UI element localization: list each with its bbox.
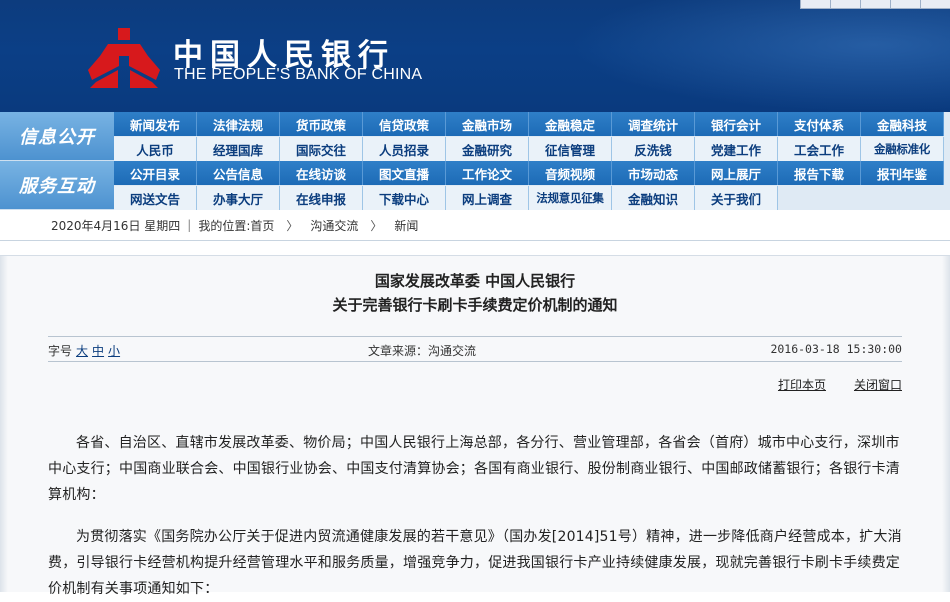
nav-item[interactable]: 在线申报	[280, 186, 363, 210]
nav-item[interactable]: 下载中心	[363, 186, 446, 210]
header-glow	[570, 0, 950, 112]
article-meta-bar: 字号大中小 文章来源：沟通交流 2016-03-18 15:30:00	[48, 336, 902, 362]
nav-item[interactable]: 关于我们	[695, 186, 778, 210]
nav-item[interactable]: 网送文告	[114, 186, 197, 210]
nav-item[interactable]: 办事大厅	[197, 186, 280, 210]
nav-item[interactable]: 报告下载	[778, 161, 861, 185]
breadcrumb-level1[interactable]: 沟通交流	[310, 217, 358, 234]
article-panel: 国家发展改革委 中国人民银行 关于完善银行卡刷卡手续费定价机制的通知 字号大中小…	[0, 255, 950, 597]
nav-item[interactable]: 金融稳定	[529, 112, 612, 136]
nav-row: 公开目录 公告信息 在线访谈 图文直播 工作论文 音频视频 市场动态 网上展厅 …	[114, 161, 944, 185]
nav-item[interactable]: 反洗钱	[612, 137, 695, 161]
nav-grid-info: 新闻发布 法律法规 货币政策 信贷政策 金融市场 金融稳定 调查统计 银行会计 …	[114, 112, 950, 161]
nav-row: 网送文告 办事大厅 在线申报 下载中心 网上调查 法规意见征集 金融知识 关于我…	[114, 186, 778, 210]
nav-item[interactable]: 党建工作	[695, 137, 778, 161]
nav-item[interactable]: 工会工作	[778, 137, 861, 161]
font-size-small-link[interactable]: 小	[108, 344, 120, 358]
nav-section-info[interactable]: 信息公开	[0, 112, 114, 161]
close-window-link[interactable]: 关闭窗口	[854, 378, 902, 392]
nav-item[interactable]: 支付体系	[778, 112, 861, 136]
font-size-label: 字号	[48, 344, 73, 358]
article-source: 文章来源：沟通交流	[368, 344, 477, 358]
nav-item[interactable]: 金融科技	[861, 112, 944, 136]
nav-item[interactable]: 图文直播	[363, 161, 446, 185]
top-button[interactable]	[800, 0, 830, 9]
nav-item[interactable]: 网上展厅	[695, 161, 778, 185]
nav-row: 新闻发布 法律法规 货币政策 信贷政策 金融市场 金融稳定 调查统计 银行会计 …	[114, 112, 944, 136]
top-button[interactable]	[920, 0, 950, 9]
nav-item[interactable]: 金融市场	[446, 112, 529, 136]
nav-item[interactable]: 金融标准化	[861, 137, 944, 161]
article-datetime: 2016-03-18 15:30:00	[770, 342, 902, 356]
bank-name-en[interactable]: THE PEOPLE'S BANK OF CHINA	[174, 66, 422, 84]
nav-item[interactable]: 金融知识	[612, 186, 695, 210]
top-utility-buttons	[800, 0, 950, 9]
font-size-medium-link[interactable]: 中	[92, 344, 104, 358]
font-size-controls: 字号大中小	[48, 342, 120, 359]
article-paragraph: 为贯彻落实《国务院办公厅关于促进内贸流通健康发展的若干意见》（国办发[2014]…	[48, 529, 902, 597]
print-page-link[interactable]: 打印本页	[778, 378, 826, 392]
nav-section-service[interactable]: 服务互动	[0, 161, 114, 210]
article-title-line2: 关于完善银行卡刷卡手续费定价机制的通知	[332, 296, 618, 314]
top-button[interactable]	[860, 0, 890, 9]
top-button[interactable]	[890, 0, 920, 9]
nav-item[interactable]: 调查统计	[612, 112, 695, 136]
nav-grid-service: 公开目录 公告信息 在线访谈 图文直播 工作论文 音频视频 市场动态 网上展厅 …	[114, 161, 950, 210]
breadcrumb-home[interactable]: 首页	[250, 217, 274, 234]
nav-item[interactable]: 法律法规	[197, 112, 280, 136]
nav-item[interactable]: 征信管理	[529, 137, 612, 161]
main-navigation: 信息公开 新闻发布 法律法规 货币政策 信贷政策 金融市场 金融稳定 调查统计 …	[0, 112, 950, 210]
nav-item[interactable]: 国际交往	[280, 137, 363, 161]
nav-item[interactable]: 工作论文	[446, 161, 529, 185]
breadcrumb: 2020年4月16日 星期四 | 我的位置: 首页 〉 沟通交流 〉 新闻	[0, 210, 950, 241]
nav-item[interactable]: 人民币	[114, 137, 197, 161]
nav-item[interactable]: 货币政策	[280, 112, 363, 136]
article-actions: 打印本页 关闭窗口	[750, 376, 902, 393]
nav-item[interactable]: 人员招录	[363, 137, 446, 161]
nav-item[interactable]: 报刊年鉴	[861, 161, 944, 185]
nav-item[interactable]: 网上调查	[446, 186, 529, 210]
font-size-large-link[interactable]: 大	[76, 344, 88, 358]
nav-item[interactable]: 信贷政策	[363, 112, 446, 136]
top-button[interactable]	[830, 0, 860, 9]
nav-item[interactable]: 银行会计	[695, 112, 778, 136]
nav-item[interactable]: 市场动态	[612, 161, 695, 185]
chevron-right-icon: 〉	[370, 218, 383, 233]
nav-item[interactable]: 新闻发布	[114, 112, 197, 136]
nav-item[interactable]: 音频视频	[529, 161, 612, 185]
nav-block-info: 信息公开 新闻发布 法律法规 货币政策 信贷政策 金融市场 金融稳定 调查统计 …	[0, 112, 950, 161]
nav-block-service: 服务互动 公开目录 公告信息 在线访谈 图文直播 工作论文 音频视频 市场动态 …	[0, 161, 950, 210]
breadcrumb-level2[interactable]: 新闻	[394, 217, 418, 234]
chevron-right-icon: 〉	[286, 218, 299, 233]
article-title-line1: 国家发展改革委 中国人民银行	[374, 272, 576, 290]
nav-item[interactable]: 公开目录	[114, 161, 197, 185]
nav-item[interactable]: 法规意见征集	[529, 186, 612, 210]
location-label: 我的位置:	[198, 218, 251, 233]
article-paragraph: 各省、自治区、直辖市发展改革委、物价局；中国人民银行上海总部，各分行、营业管理部…	[48, 435, 900, 503]
nav-item[interactable]: 公告信息	[197, 161, 280, 185]
separator: |	[187, 218, 192, 232]
current-date: 2020年4月16日 星期四	[51, 218, 181, 233]
nav-item[interactable]: 经理国库	[197, 137, 280, 161]
pboc-logo-icon[interactable]	[88, 26, 160, 90]
nav-row: 人民币 经理国库 国际交往 人员招录 金融研究 征信管理 反洗钱 党建工作 工会…	[114, 137, 944, 161]
site-header: 中国人民银行 THE PEOPLE'S BANK OF CHINA	[0, 0, 950, 112]
nav-item[interactable]: 金融研究	[446, 137, 529, 161]
nav-item[interactable]: 在线访谈	[280, 161, 363, 185]
